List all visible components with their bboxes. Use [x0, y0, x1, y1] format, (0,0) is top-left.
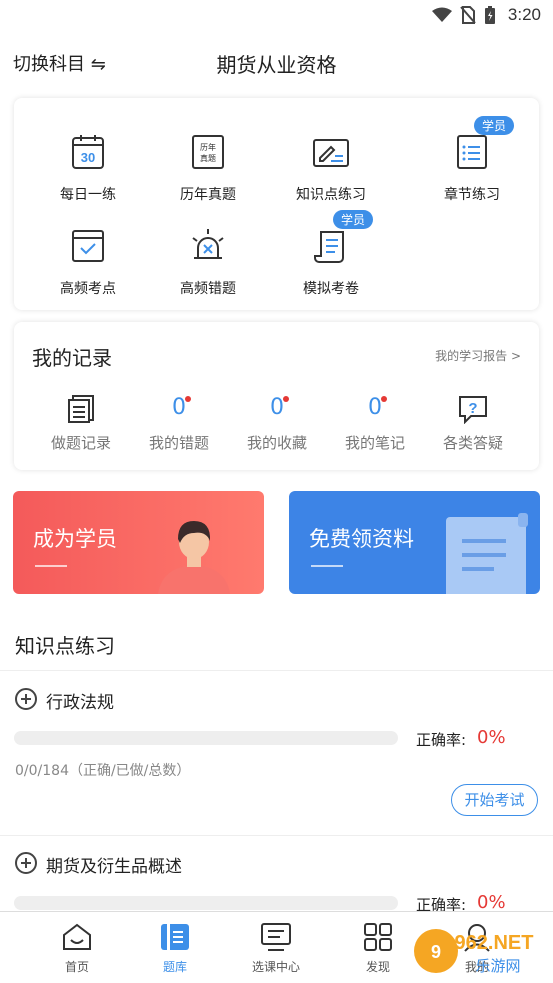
records-title: 我的记录: [32, 346, 112, 370]
grid-item-mock-exam[interactable]: 学员 模拟考卷: [271, 210, 391, 298]
scroll-icon: 学员: [311, 210, 374, 266]
svg-text:历年: 历年: [200, 142, 216, 152]
grid-item-label: 高频考点: [60, 281, 116, 297]
topic-name[interactable]: 行政法规: [46, 688, 114, 713]
tab-label: 首页: [64, 960, 89, 974]
unread-dot: [283, 396, 289, 402]
topic-item: 行政法规 正确率: 0% 0/0/184（正确/已做/总数） 开始考试: [0, 670, 553, 835]
site-watermark: 9 962.NET 乐游网: [412, 921, 547, 977]
svg-text:乐游网: 乐游网: [475, 957, 520, 975]
accuracy-label: 正确率:: [416, 731, 467, 749]
expand-plus-icon[interactable]: [15, 852, 37, 874]
topic-item: 期货及衍生品概述 正确率: 0%: [0, 835, 553, 915]
battery-icon: [484, 6, 495, 24]
grid-item-label: 历年真题: [180, 187, 236, 203]
record-item-mistakes[interactable]: 0 我的错题: [129, 394, 229, 453]
tab-home[interactable]: 首页: [27, 920, 127, 975]
page-title: 期货从业资格: [216, 53, 337, 77]
record-label: 各类答疑: [442, 434, 503, 452]
status-bar: 3:20: [0, 0, 553, 30]
grid-item-hot-points[interactable]: 高频考点: [28, 226, 148, 298]
header: 切换科目 ⇋ 期货从业资格: [0, 30, 553, 94]
grid-item-knowledge-practice[interactable]: 知识点练习: [271, 132, 391, 204]
grid-item-chapter-practice[interactable]: 学员 章节练习: [412, 116, 532, 204]
study-report-link[interactable]: 我的学习报告 >: [435, 347, 521, 364]
grid-item-label: 模拟考卷: [303, 281, 359, 297]
section-title: 知识点练习: [15, 634, 115, 658]
monitor-icon: [261, 923, 291, 951]
grid-item-past-exams[interactable]: 历年 真题 历年真题: [148, 132, 268, 204]
notes-count: 0: [368, 395, 382, 420]
svg-text:真题: 真题: [200, 153, 216, 163]
wifi-icon: [431, 7, 452, 22]
checklist-icon: [68, 226, 108, 266]
tab-label: 题库: [162, 960, 187, 974]
expand-plus-icon[interactable]: [15, 688, 37, 710]
grid-icon: [364, 923, 392, 951]
grid-item-label: 章节练习: [444, 187, 500, 203]
progress-bar: [14, 896, 398, 910]
mistakes-count: 0: [172, 395, 186, 420]
tab-course-center[interactable]: 选课中心: [226, 920, 326, 975]
grid-item-label: 知识点练习: [296, 187, 366, 203]
grid-item-label: 每日一练: [60, 187, 116, 203]
question-bubble-icon: ?: [459, 396, 487, 425]
unread-dot: [381, 396, 387, 402]
accuracy-value: 0%: [477, 727, 506, 748]
record-item-notes[interactable]: 0 我的笔记: [325, 394, 425, 453]
chapter-list-icon: 学员: [452, 116, 515, 172]
record-label: 我的错题: [148, 434, 209, 452]
home-icon: [63, 923, 91, 950]
svg-text:962.NET: 962.NET: [455, 932, 534, 954]
feature-grid-card: 30 每日一练 历年 真题 历年真题 知识点练习 学员 章节练习 高频考点 高频错…: [14, 98, 539, 310]
document-list-icon: [68, 395, 94, 423]
record-item-history[interactable]: 做题记录: [31, 394, 131, 453]
student-avatar-illustration: [158, 521, 230, 594]
calendar-icon: 30: [68, 132, 108, 172]
grid-item-label: 高频错题: [180, 281, 236, 297]
svg-text:?: ?: [468, 400, 477, 417]
topic-stats: 0/0/184（正确/已做/总数）: [15, 763, 191, 779]
free-materials-banner[interactable]: 免费领资料: [289, 491, 540, 594]
book-icon: [161, 924, 189, 950]
svg-text:9: 9: [431, 942, 441, 962]
document-illustration: [446, 513, 528, 594]
banner-title: 成为学员: [33, 527, 117, 551]
grid-item-daily-practice[interactable]: 30 每日一练: [28, 132, 148, 204]
alarm-icon: [188, 226, 228, 266]
record-item-favorites[interactable]: 0 我的收藏: [227, 394, 327, 453]
no-sim-icon: [460, 6, 476, 24]
unread-dot: [185, 396, 191, 402]
become-member-banner[interactable]: 成为学员: [13, 491, 264, 594]
banner-underline: [311, 565, 343, 567]
record-label: 我的笔记: [344, 434, 405, 452]
tab-question-bank[interactable]: 题库: [125, 920, 225, 975]
banner-title: 免费领资料: [309, 527, 414, 551]
accuracy-value: 0%: [477, 892, 506, 913]
record-label: 我的收藏: [246, 434, 307, 452]
past-exams-icon: 历年 真题: [188, 132, 228, 172]
member-badge: 学员: [474, 116, 515, 135]
banners: 成为学员 免费领资料: [13, 491, 540, 594]
my-records-card: 我的记录 我的学习报告 > 做题记录 0 我的错题 0 我的收藏 0 我的笔记 …: [14, 322, 539, 470]
start-exam-button[interactable]: 开始考试: [451, 784, 538, 816]
edit-card-icon: [311, 132, 351, 172]
favorites-count: 0: [270, 395, 284, 420]
svg-text:30: 30: [81, 150, 95, 165]
topic-name[interactable]: 期货及衍生品概述: [46, 852, 182, 877]
clock: 3:20: [507, 5, 541, 24]
member-badge: 学员: [333, 210, 374, 229]
record-label: 做题记录: [50, 434, 111, 452]
progress-bar: [14, 731, 398, 745]
banner-underline: [35, 565, 67, 567]
record-item-qa[interactable]: ? 各类答疑: [423, 394, 523, 453]
grid-item-hot-mistakes[interactable]: 高频错题: [148, 226, 268, 298]
tab-label: 选课中心: [251, 960, 300, 974]
